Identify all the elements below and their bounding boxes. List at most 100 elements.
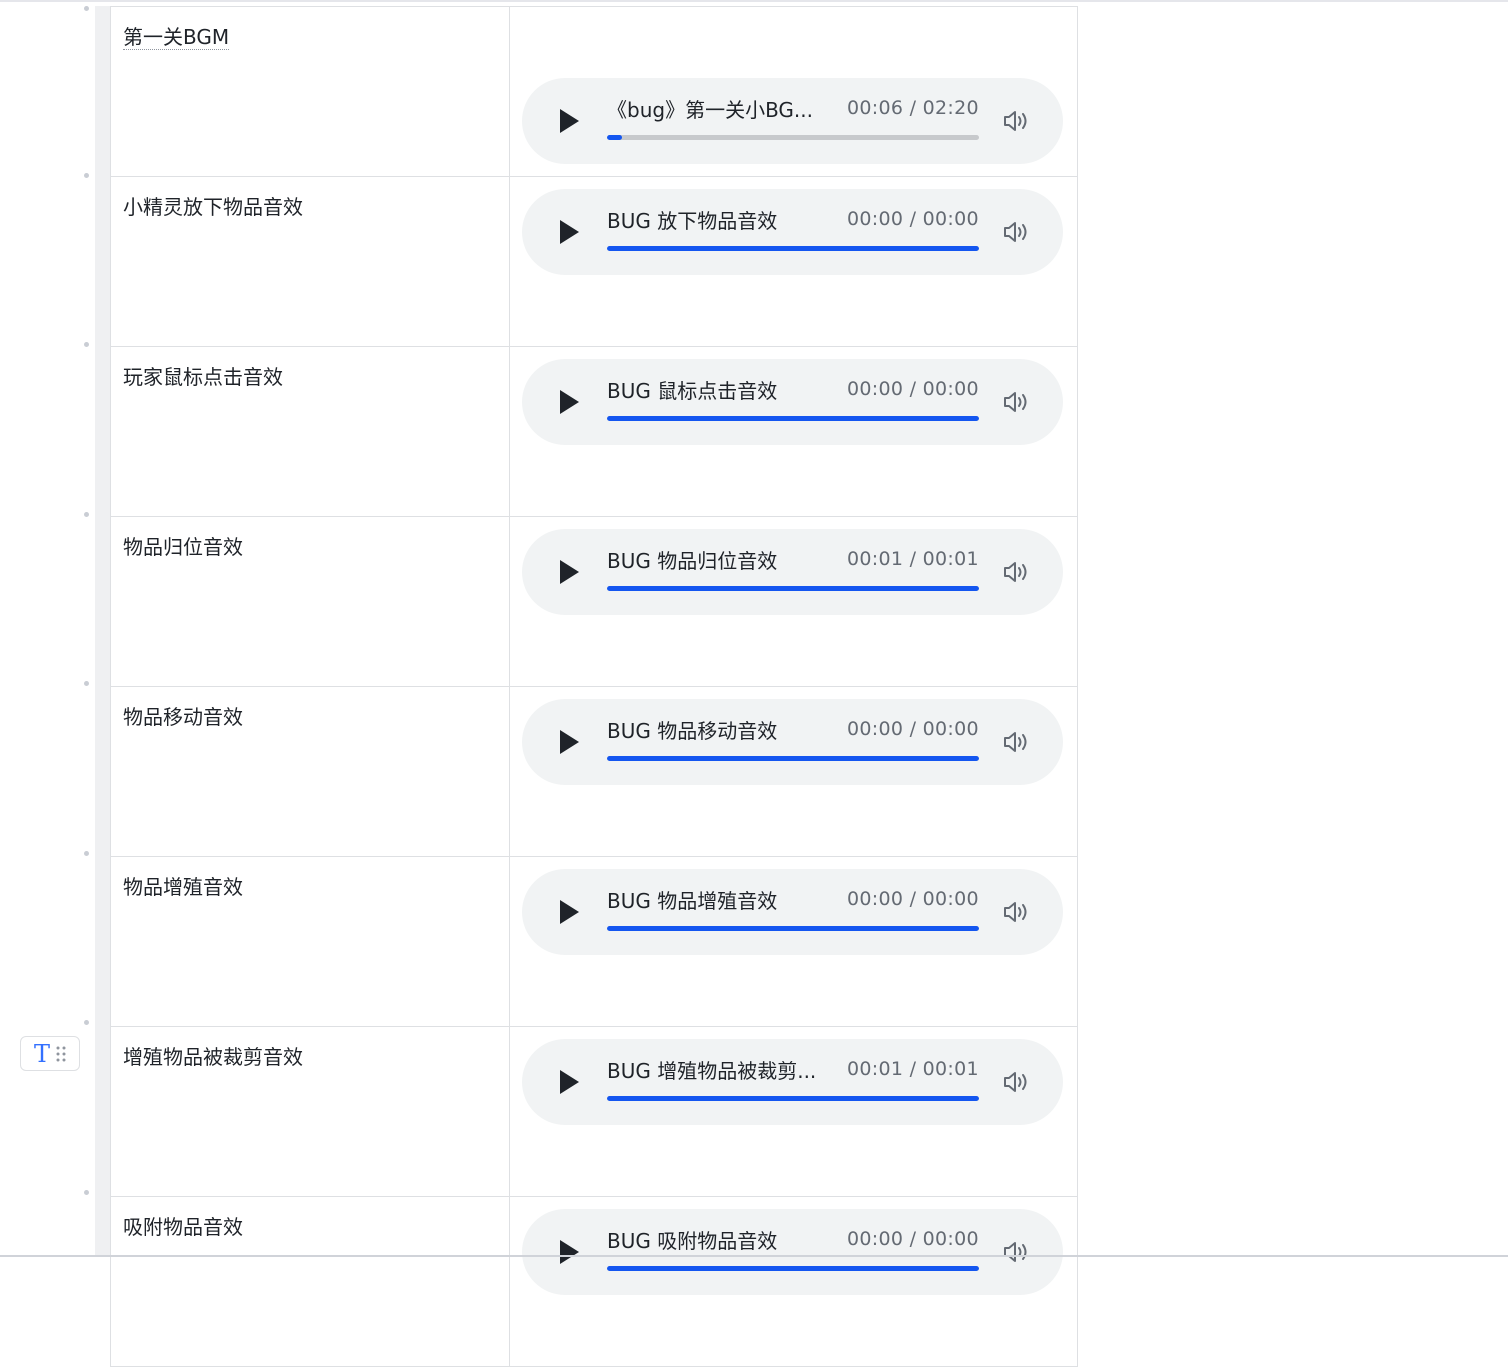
audio-player: 《bug》第一关小BG... 00:06 / 02:20 bbox=[522, 78, 1063, 164]
audio-player: BUG 放下物品音效 00:00 / 00:00 bbox=[522, 189, 1063, 275]
play-button[interactable] bbox=[556, 559, 582, 585]
volume-button[interactable] bbox=[1002, 107, 1032, 135]
audio-cell: BUG 鼠标点击音效 00:00 / 00:00 bbox=[510, 347, 1078, 516]
play-button[interactable] bbox=[556, 1239, 582, 1265]
track-title: BUG 物品归位音效 bbox=[607, 547, 829, 575]
volume-icon bbox=[1003, 729, 1031, 755]
play-button[interactable] bbox=[556, 899, 582, 925]
progress-bar[interactable] bbox=[607, 756, 979, 761]
volume-icon bbox=[1003, 108, 1031, 134]
audio-player: BUG 物品移动音效 00:00 / 00:00 bbox=[522, 699, 1063, 785]
sound-name-cell[interactable]: 第一关BGM bbox=[111, 7, 510, 176]
sound-name-cell[interactable]: 增殖物品被裁剪音效 bbox=[111, 1027, 510, 1196]
progress-fill bbox=[607, 586, 979, 591]
sound-name: 吸附物品音效 bbox=[123, 1215, 243, 1239]
track-title: BUG 鼠标点击音效 bbox=[607, 377, 829, 405]
audio-cell: 《bug》第一关小BG... 00:06 / 02:20 bbox=[510, 7, 1078, 176]
volume-button[interactable] bbox=[1002, 1238, 1032, 1266]
volume-button[interactable] bbox=[1002, 728, 1032, 756]
play-button[interactable] bbox=[556, 389, 582, 415]
gutter-dot bbox=[84, 512, 89, 517]
sound-name-cell[interactable]: 吸附物品音效 bbox=[111, 1197, 510, 1366]
text-type-icon[interactable]: T bbox=[34, 1042, 50, 1066]
volume-icon bbox=[1003, 559, 1031, 585]
play-button[interactable] bbox=[556, 1069, 582, 1095]
track-time: 00:00 / 00:00 bbox=[847, 205, 979, 233]
sound-name: 玩家鼠标点击音效 bbox=[123, 365, 283, 389]
volume-button[interactable] bbox=[1002, 1068, 1032, 1096]
progress-bar[interactable] bbox=[607, 246, 979, 251]
volume-icon bbox=[1003, 899, 1031, 925]
track-time: 00:00 / 00:00 bbox=[847, 1225, 979, 1253]
track-time: 00:00 / 00:00 bbox=[847, 715, 979, 743]
audio-player: BUG 吸附物品音效 00:00 / 00:00 bbox=[522, 1209, 1063, 1295]
track-title: 《bug》第一关小BG... bbox=[607, 96, 829, 124]
sound-name-cell[interactable]: 物品移动音效 bbox=[111, 687, 510, 856]
gutter-dot bbox=[84, 1020, 89, 1025]
gutter-dot bbox=[84, 851, 89, 856]
volume-button[interactable] bbox=[1002, 898, 1032, 926]
sound-name: 小精灵放下物品音效 bbox=[123, 195, 303, 219]
gutter-dot bbox=[84, 681, 89, 686]
track-time: 00:06 / 02:20 bbox=[847, 94, 979, 122]
drag-grip-icon[interactable] bbox=[56, 1046, 66, 1062]
progress-bar[interactable] bbox=[607, 416, 979, 421]
volume-button[interactable] bbox=[1002, 558, 1032, 586]
audio-player: BUG 鼠标点击音效 00:00 / 00:00 bbox=[522, 359, 1063, 445]
play-icon bbox=[558, 1239, 580, 1265]
table-row: 小精灵放下物品音效 BUG 放下物品音效 00:00 / 00:00 bbox=[111, 177, 1078, 347]
table-row: 吸附物品音效 BUG 吸附物品音效 00:00 / 00:00 bbox=[111, 1197, 1078, 1367]
sound-name-cell[interactable]: 小精灵放下物品音效 bbox=[111, 177, 510, 346]
progress-bar[interactable] bbox=[607, 1096, 979, 1101]
play-icon bbox=[558, 108, 580, 134]
sound-effects-table: 第一关BGM 《bug》第一关小BG... 00:06 / 02:20 bbox=[110, 6, 1078, 1367]
track-time: 00:01 / 00:01 bbox=[847, 1055, 979, 1083]
play-button[interactable] bbox=[556, 108, 582, 134]
track-title: BUG 放下物品音效 bbox=[607, 207, 829, 235]
track-time: 00:00 / 00:00 bbox=[847, 375, 979, 403]
volume-icon bbox=[1003, 1239, 1031, 1265]
track-title: BUG 增殖物品被裁剪... bbox=[607, 1057, 829, 1085]
sound-name: 增殖物品被裁剪音效 bbox=[123, 1045, 303, 1069]
audio-player: BUG 增殖物品被裁剪... 00:01 / 00:01 bbox=[522, 1039, 1063, 1125]
play-button[interactable] bbox=[556, 729, 582, 755]
progress-bar[interactable] bbox=[607, 135, 979, 140]
sound-name-cell[interactable]: 物品增殖音效 bbox=[111, 857, 510, 1026]
progress-fill bbox=[607, 1096, 979, 1101]
top-divider bbox=[0, 0, 1508, 2]
track-title: BUG 物品增殖音效 bbox=[607, 887, 829, 915]
gutter-dot bbox=[84, 173, 89, 178]
volume-button[interactable] bbox=[1002, 218, 1032, 246]
sound-name: 物品增殖音效 bbox=[123, 875, 243, 899]
audio-cell: BUG 物品移动音效 00:00 / 00:00 bbox=[510, 687, 1078, 856]
progress-fill bbox=[607, 246, 979, 251]
play-button[interactable] bbox=[556, 219, 582, 245]
table-row: 增殖物品被裁剪音效 BUG 增殖物品被裁剪... 00:01 / 00:01 bbox=[111, 1027, 1078, 1197]
audio-cell: BUG 物品增殖音效 00:00 / 00:00 bbox=[510, 857, 1078, 1026]
track-time: 00:01 / 00:01 bbox=[847, 545, 979, 573]
track-title: BUG 物品移动音效 bbox=[607, 717, 829, 745]
progress-bar[interactable] bbox=[607, 586, 979, 591]
sound-name-cell[interactable]: 玩家鼠标点击音效 bbox=[111, 347, 510, 516]
audio-cell: BUG 放下物品音效 00:00 / 00:00 bbox=[510, 177, 1078, 346]
audio-player: BUG 物品归位音效 00:01 / 00:01 bbox=[522, 529, 1063, 615]
progress-bar[interactable] bbox=[607, 1266, 979, 1271]
play-icon bbox=[558, 899, 580, 925]
sound-name-cell[interactable]: 物品归位音效 bbox=[111, 517, 510, 686]
play-icon bbox=[558, 219, 580, 245]
progress-fill bbox=[607, 1266, 979, 1271]
sound-name: 物品移动音效 bbox=[123, 705, 243, 729]
gutter-dot bbox=[84, 342, 89, 347]
progress-fill bbox=[607, 926, 979, 931]
volume-button[interactable] bbox=[1002, 388, 1032, 416]
progress-bar[interactable] bbox=[607, 926, 979, 931]
block-gutter bbox=[95, 6, 110, 1257]
audio-cell: BUG 物品归位音效 00:01 / 00:01 bbox=[510, 517, 1078, 686]
track-time: 00:00 / 00:00 bbox=[847, 885, 979, 913]
block-handle[interactable]: T bbox=[20, 1036, 80, 1071]
volume-icon bbox=[1003, 389, 1031, 415]
audio-cell: BUG 吸附物品音效 00:00 / 00:00 bbox=[510, 1197, 1078, 1366]
sound-name: 物品归位音效 bbox=[123, 535, 243, 559]
table-row: 第一关BGM 《bug》第一关小BG... 00:06 / 02:20 bbox=[111, 7, 1078, 177]
table-row: 玩家鼠标点击音效 BUG 鼠标点击音效 00:00 / 00:00 bbox=[111, 347, 1078, 517]
